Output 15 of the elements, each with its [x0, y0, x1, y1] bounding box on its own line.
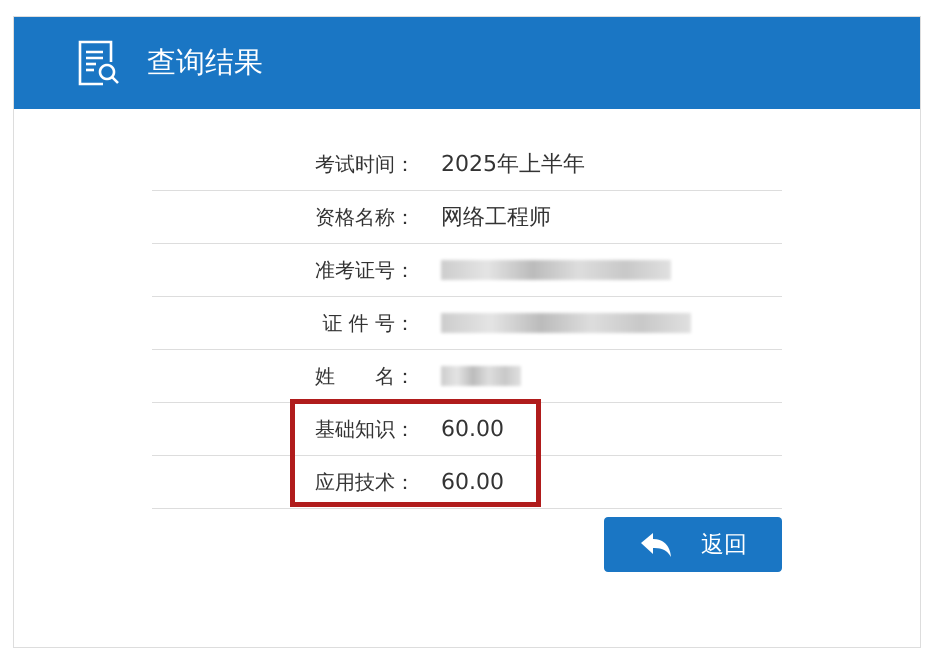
- field-label: 证 件 号：: [321, 310, 416, 336]
- field-label: 基础知识：: [314, 416, 416, 442]
- field-value: 60.00: [441, 416, 504, 442]
- reply-arrow-icon: [639, 532, 673, 558]
- field-value: 网络工程师: [441, 204, 551, 232]
- page-title: 查询结果: [147, 44, 263, 81]
- back-button[interactable]: 返回: [604, 517, 782, 572]
- field-value: 2025年上半年: [441, 151, 585, 179]
- field-value: 60.00: [441, 470, 504, 494]
- field-label: 准考证号：: [314, 256, 416, 284]
- field-label: 资格名称：: [314, 204, 416, 230]
- field-label: 考试时间：: [314, 150, 416, 178]
- field-label: 应用技术：: [314, 468, 416, 496]
- field-label: 姓 名：: [314, 362, 416, 390]
- document-search-icon: [77, 40, 121, 86]
